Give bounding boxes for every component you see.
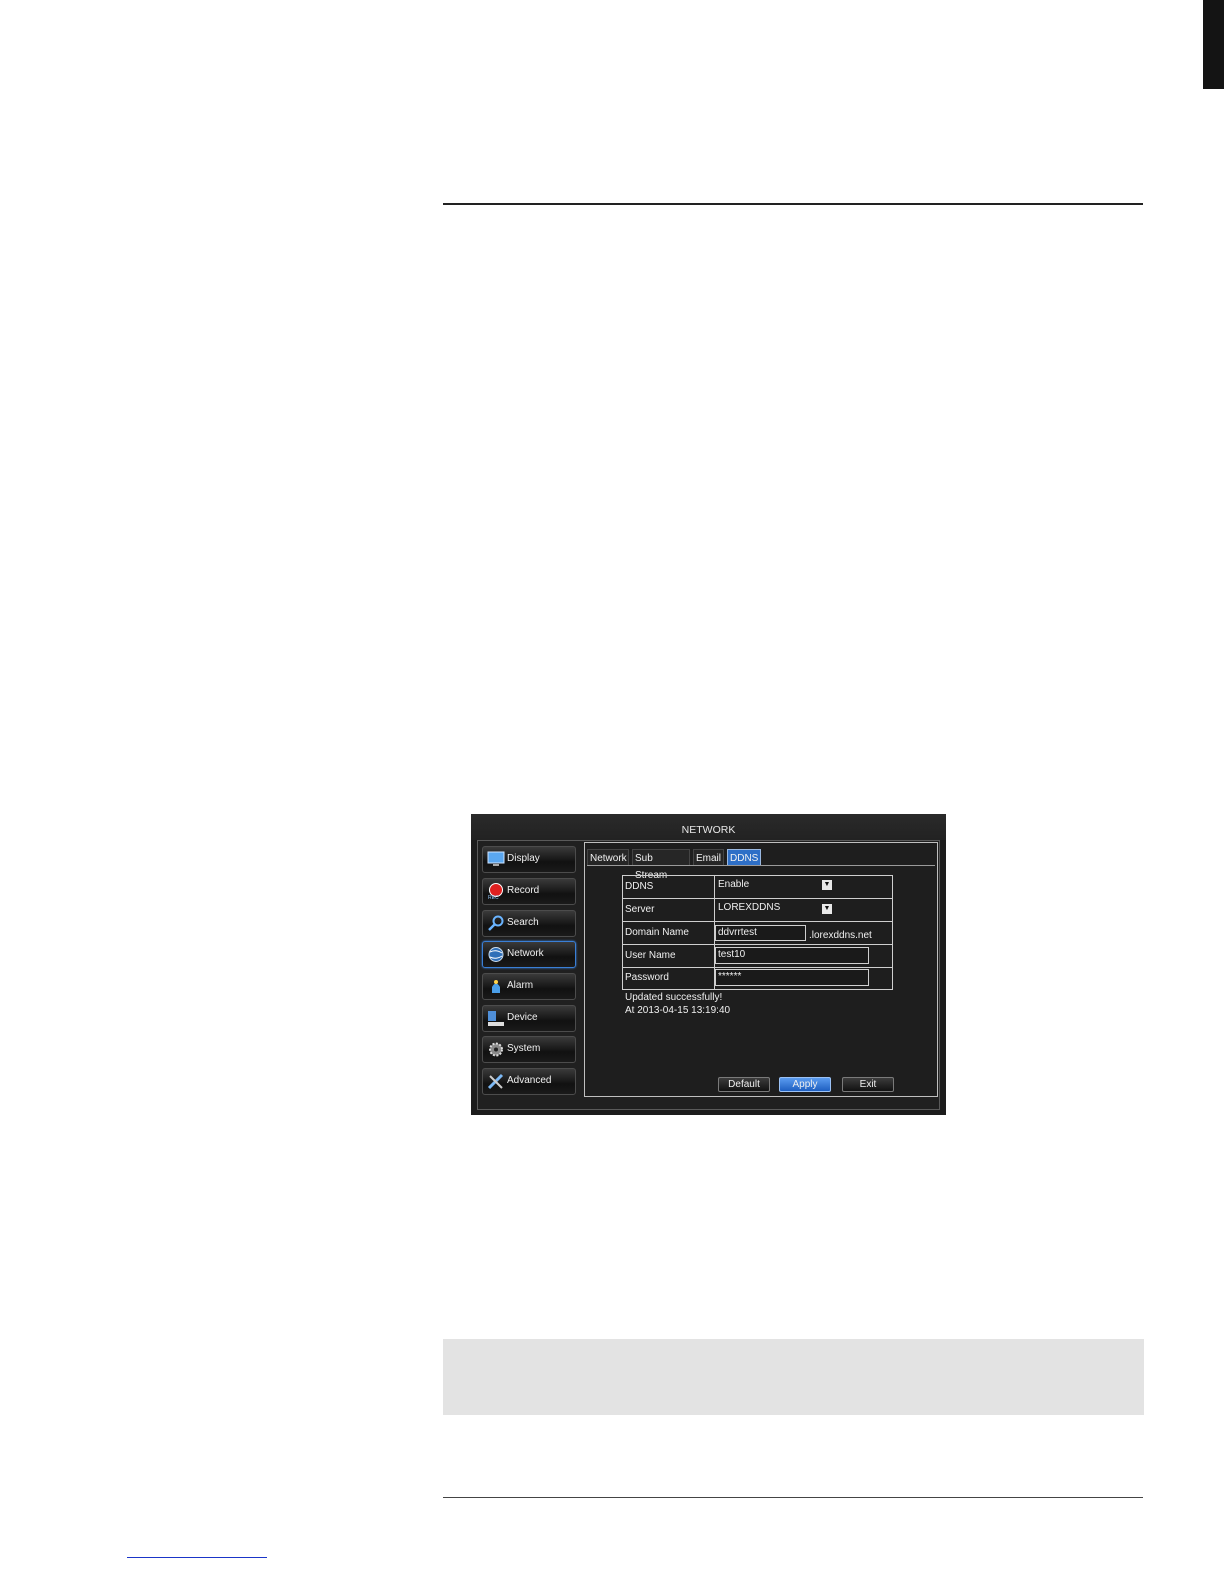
note-box	[443, 1339, 1144, 1415]
server-label: Server	[625, 904, 655, 915]
record-icon: REC	[487, 883, 505, 901]
chevron-down-icon[interactable]: ▼	[822, 904, 832, 914]
tab-network[interactable]: Network	[587, 849, 629, 866]
menu-item-display[interactable]: Display	[482, 846, 576, 873]
tools-icon	[487, 1073, 505, 1090]
server-select[interactable]: LOREXDDNS	[718, 902, 780, 913]
svg-text:REC: REC	[488, 895, 499, 900]
tab-ddns[interactable]: DDNS	[727, 849, 761, 866]
menu-item-record[interactable]: REC Record	[482, 878, 576, 905]
tab-divider	[587, 865, 935, 866]
user-name-input[interactable]: test10	[715, 947, 869, 964]
tab-email[interactable]: Email	[693, 849, 724, 866]
domain-name-label: Domain Name	[625, 927, 689, 938]
status-timestamp: At 2013-04-15 13:19:40	[625, 1005, 731, 1016]
password-input[interactable]: ******	[715, 969, 869, 986]
default-button[interactable]: Default	[718, 1077, 770, 1092]
menu-item-network[interactable]: Network	[482, 941, 576, 968]
monitor-icon	[487, 851, 505, 868]
header-rule	[443, 203, 1143, 205]
search-icon	[487, 915, 505, 932]
footer-rule	[443, 1497, 1143, 1498]
chevron-down-icon[interactable]: ▼	[822, 880, 832, 890]
globe-icon	[487, 946, 505, 963]
menu-item-device[interactable]: Device	[482, 1005, 576, 1032]
apply-button[interactable]: Apply	[779, 1077, 831, 1092]
status-message: Updated successfully!	[625, 992, 723, 1003]
domain-suffix: .lorexddns.net	[809, 930, 872, 941]
menu-item-advanced[interactable]: Advanced	[482, 1068, 576, 1095]
ddns-label: DDNS	[625, 881, 654, 892]
user-name-label: User Name	[625, 950, 676, 961]
password-label: Password	[625, 972, 669, 983]
form-row-divider	[622, 967, 893, 968]
form-row-divider	[622, 944, 893, 945]
alarm-icon	[487, 978, 505, 995]
footer-link-underline[interactable]	[127, 1557, 267, 1558]
device-icon	[487, 1010, 505, 1027]
menu-item-alarm[interactable]: Alarm	[482, 973, 576, 1000]
tab-sub-stream[interactable]: Sub Stream	[632, 849, 690, 881]
window-title: NETWORK	[471, 814, 946, 840]
ddns-select[interactable]: Enable	[718, 879, 749, 890]
exit-button[interactable]: Exit	[842, 1077, 894, 1092]
menu-item-search[interactable]: Search	[482, 910, 576, 937]
domain-name-input[interactable]: ddvrrtest	[715, 925, 806, 941]
page-edge-tab	[1203, 0, 1224, 89]
menu-item-system[interactable]: System	[482, 1036, 576, 1063]
form-row-divider	[622, 921, 893, 922]
form-row-divider	[622, 898, 893, 899]
gear-icon	[487, 1041, 505, 1058]
